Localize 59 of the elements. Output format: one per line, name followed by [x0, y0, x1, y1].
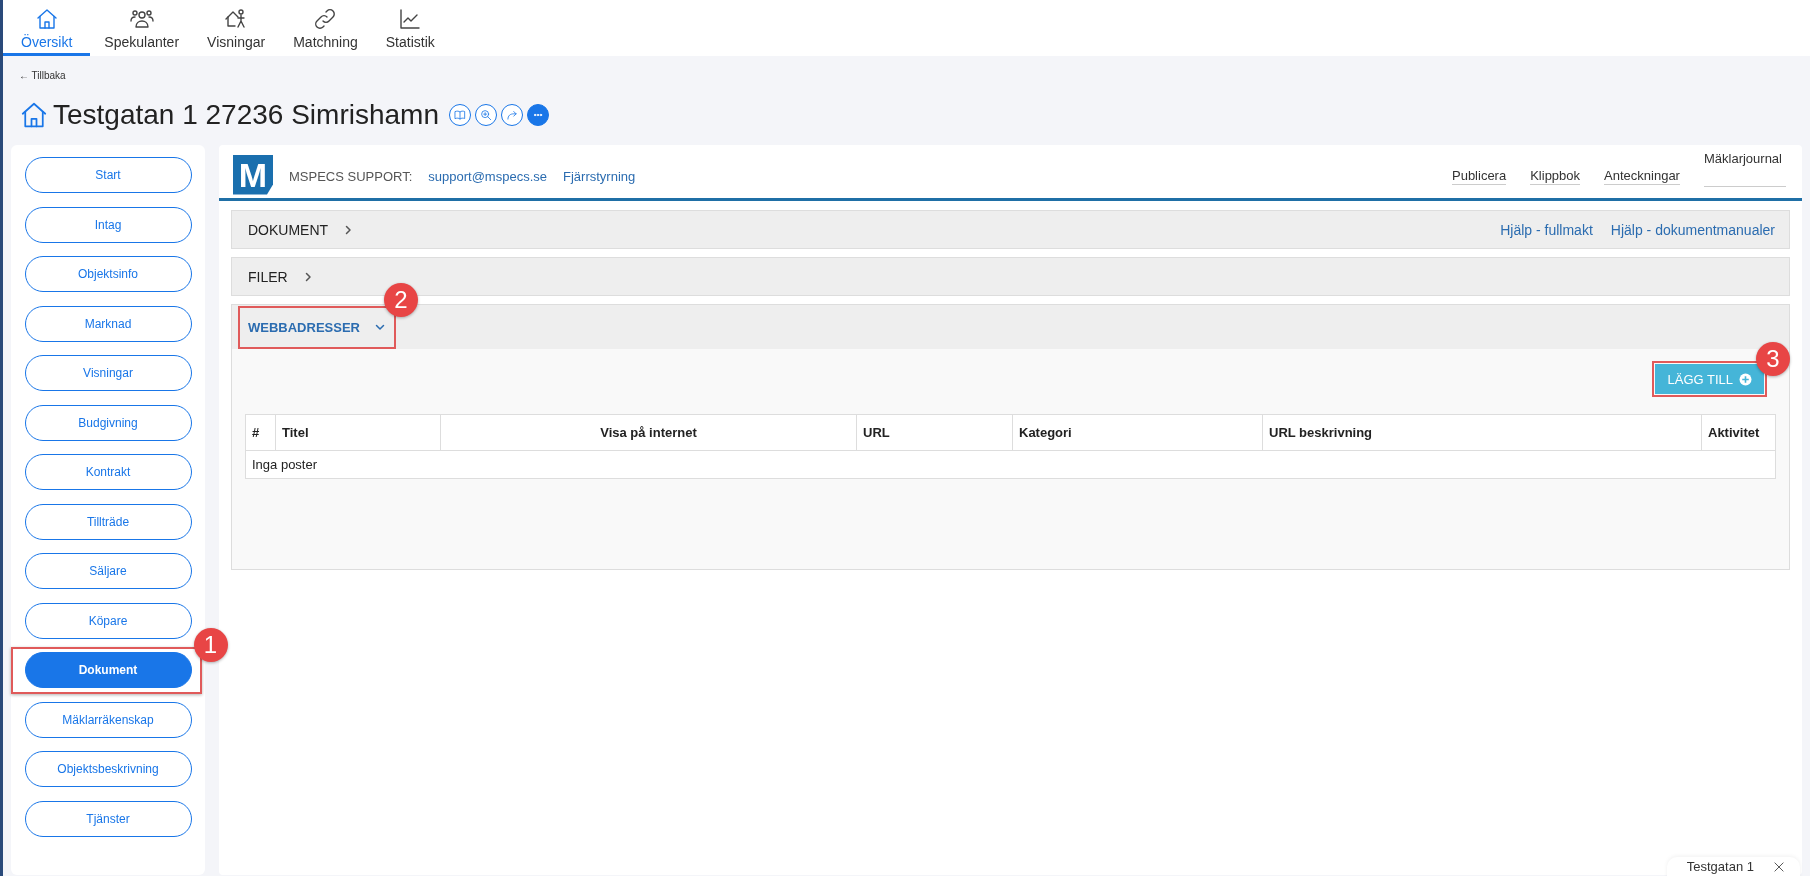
- zoom-in-button[interactable]: [475, 104, 497, 126]
- people-icon: [129, 7, 154, 31]
- column-header: #: [245, 414, 276, 451]
- book-button[interactable]: [449, 104, 471, 126]
- support-link[interactable]: support@mspecs.se: [428, 169, 547, 184]
- step-number-badge: 1: [193, 628, 228, 662]
- header-tab[interactable]: Publicera: [1452, 168, 1507, 185]
- sidebar-item[interactable]: Marknad: [24, 305, 192, 342]
- sidebar-item[interactable]: Dokument: [24, 652, 192, 688]
- sidebar-item[interactable]: Objektsinfo: [24, 256, 192, 292]
- help-link[interactable]: Hjälp - fullmakt: [1500, 221, 1593, 238]
- sidebar-item[interactable]: Objektsbeskrivning: [24, 751, 192, 787]
- empty-message: Inga poster: [245, 450, 1776, 479]
- column-header: Titel: [275, 414, 441, 451]
- column-header: Visa på internet: [440, 414, 857, 451]
- support-link[interactable]: Fjärrstyrning: [563, 169, 636, 184]
- logo: M: [233, 154, 273, 195]
- section-toggle[interactable]: WEBBADRESSER: [242, 315, 392, 339]
- house-icon: [19, 100, 49, 130]
- page-title: Testgatan 1 27236 Simrishamn: [53, 99, 439, 131]
- sidebar-item[interactable]: Kontrakt: [24, 454, 192, 490]
- column-header: URL: [856, 414, 1013, 451]
- share-arrow-icon: [505, 108, 519, 122]
- back-link[interactable]: ← Tillbaka: [19, 70, 66, 81]
- column-header: Kategori: [1012, 414, 1263, 451]
- header-tab[interactable]: Anteckningar: [1604, 168, 1680, 185]
- link-icon: [313, 7, 338, 31]
- sidebar-item[interactable]: Tillträde: [24, 503, 192, 540]
- sidebar-item[interactable]: Mäklarräkenskap: [24, 701, 192, 738]
- book-icon: [453, 108, 467, 122]
- column-header: URL beskrivning: [1262, 414, 1702, 451]
- more-button[interactable]: [527, 104, 549, 126]
- section-toggle[interactable]: FILER: [242, 264, 320, 289]
- document-tab[interactable]: Testgatan 1: [1666, 857, 1800, 876]
- section-toggle[interactable]: DOKUMENT: [242, 217, 361, 242]
- sidebar-item[interactable]: Budgivning: [24, 404, 192, 441]
- sidebar-item[interactable]: Start: [24, 157, 192, 193]
- add-button[interactable]: LÄGG TILL: [1655, 364, 1764, 394]
- sidebar-item[interactable]: Visningar: [24, 355, 192, 391]
- tab-label: Testgatan 1: [1686, 859, 1754, 874]
- sidebar-item[interactable]: Intag: [24, 206, 192, 243]
- sidebar-item[interactable]: Köpare: [24, 602, 192, 639]
- share-arrow-button[interactable]: [501, 104, 523, 126]
- header-tab[interactable]: Mäklarjournal: [1703, 151, 1786, 187]
- line-chart-icon: [398, 7, 423, 31]
- sidebar-item[interactable]: Tjänster: [24, 800, 192, 837]
- nav-tab[interactable]: Statistik: [371, 0, 449, 56]
- support-label: MSPECS SUPPORT:: [289, 169, 413, 184]
- header-tab[interactable]: Klippbok: [1530, 168, 1581, 185]
- close-icon: [1772, 859, 1786, 874]
- nav-tab[interactable]: Spekulanter: [90, 0, 194, 56]
- zoom-in-icon: [479, 108, 493, 122]
- plus-circle-icon: [1739, 372, 1752, 386]
- help-link[interactable]: Hjälp - dokumentmanualer: [1610, 221, 1775, 238]
- nav-tab[interactable]: Visningar: [193, 0, 280, 56]
- column-header: Aktivitet: [1701, 414, 1776, 451]
- sidebar-item[interactable]: Säljare: [24, 553, 192, 589]
- nav-tab[interactable]: Matchning: [279, 0, 372, 56]
- nav-tab[interactable]: Översikt: [3, 0, 91, 56]
